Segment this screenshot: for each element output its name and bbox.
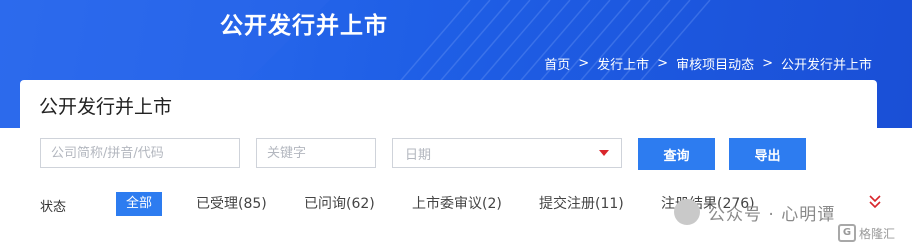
caret-down-icon: [599, 150, 609, 156]
status-label: 状态: [40, 200, 67, 215]
watermark-badge: G 格隆汇: [838, 224, 895, 242]
page-title: 公开发行并上市: [39, 96, 173, 118]
breadcrumb-home[interactable]: 首页: [544, 54, 570, 73]
chevron-double-down-icon[interactable]: [868, 194, 882, 210]
watermark-badge-text: 格隆汇: [859, 226, 896, 241]
export-button[interactable]: 导出: [729, 138, 806, 170]
banner-title: 公开发行并上市: [220, 13, 388, 39]
status-tab-submitted[interactable]: 提交注册(11): [539, 192, 624, 216]
wechat-icon: [674, 199, 700, 225]
watermark-text: 公众号 · 心明谭: [708, 204, 836, 225]
keyword-input[interactable]: [256, 138, 376, 168]
watermark: 公众号 · 心明谭: [674, 199, 835, 225]
status-tab-committee[interactable]: 上市委审议(2): [412, 192, 502, 216]
gelonghui-logo-icon: G: [838, 224, 856, 242]
company-search-input[interactable]: [40, 138, 240, 168]
date-placeholder: 日期: [405, 147, 432, 163]
query-button[interactable]: 查询: [638, 138, 715, 170]
status-tab-accepted[interactable]: 已受理(85): [196, 192, 267, 216]
breadcrumb-review-status[interactable]: 审核项目动态: [676, 54, 754, 73]
date-select[interactable]: 日期: [392, 138, 622, 168]
breadcrumb-separator: >: [657, 56, 669, 71]
breadcrumb-current: 公开发行并上市: [780, 58, 872, 73]
breadcrumb: 首页 > 发行上市 > 审核项目动态 > 公开发行并上市: [544, 54, 872, 73]
breadcrumb-separator: >: [762, 56, 773, 71]
status-tab-all[interactable]: 全部: [116, 192, 163, 216]
breadcrumb-listing[interactable]: 发行上市: [597, 54, 649, 73]
breadcrumb-separator: >: [578, 56, 590, 71]
status-tab-inquired[interactable]: 已问询(62): [304, 192, 375, 216]
